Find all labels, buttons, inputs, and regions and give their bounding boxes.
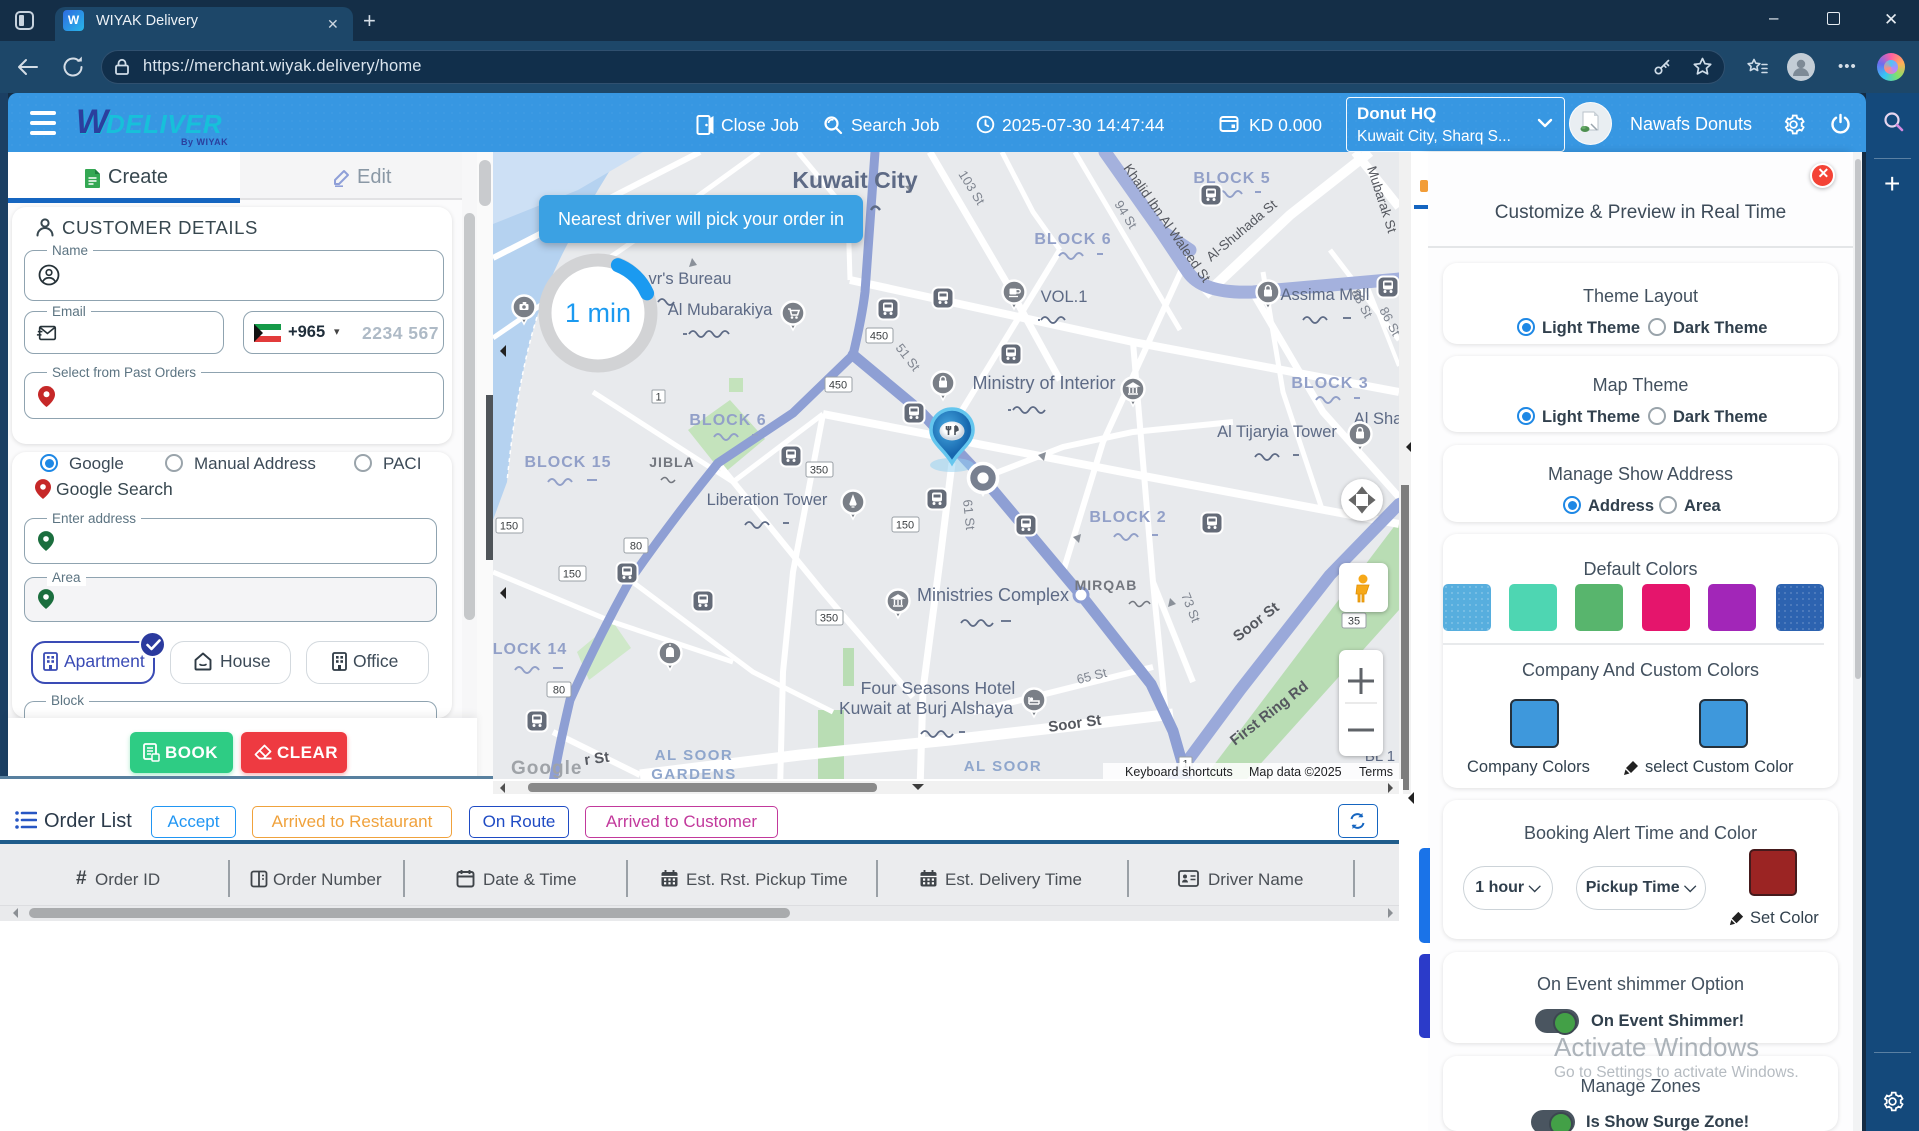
- svg-text:450: 450: [829, 380, 847, 392]
- svg-text:AL SOOR: AL SOOR: [655, 747, 734, 764]
- svg-text:80: 80: [553, 685, 565, 697]
- svg-text:BLOCK 6: BLOCK 6: [689, 412, 766, 429]
- svg-text:150: 150: [563, 569, 581, 581]
- svg-text:BLOCK 6: BLOCK 6: [1034, 231, 1111, 248]
- svg-text:LOCK 14: LOCK 14: [493, 641, 567, 658]
- svg-text:BLOCK 2: BLOCK 2: [1089, 509, 1166, 526]
- svg-text:JIBLA: JIBLA: [649, 454, 694, 470]
- svg-text:Al Tijaryia Tower: Al Tijaryia Tower: [1217, 423, 1337, 441]
- svg-text:150: 150: [500, 521, 518, 533]
- svg-text:BLOCK 3: BLOCK 3: [1291, 375, 1368, 392]
- svg-text:AL SOOR: AL SOOR: [964, 758, 1043, 775]
- svg-text:350: 350: [820, 613, 838, 625]
- svg-text:VOL.1: VOL.1: [1041, 288, 1088, 306]
- svg-text:Keyboard shortcuts: Keyboard shortcuts: [1125, 765, 1233, 779]
- svg-text:Ministry of Interior: Ministry of Interior: [972, 373, 1115, 393]
- svg-text:61 St: 61 St: [960, 499, 978, 531]
- svg-text:Terms: Terms: [1359, 765, 1393, 779]
- svg-text:35: 35: [1348, 616, 1360, 628]
- svg-text:Liberation Tower: Liberation Tower: [707, 491, 828, 509]
- svg-text:BLOCK 15: BLOCK 15: [524, 454, 611, 471]
- svg-text:Map data ©2025: Map data ©2025: [1249, 765, 1342, 779]
- svg-text:Four Seasons Hotel: Four Seasons Hotel: [861, 678, 1016, 698]
- svg-text:150: 150: [896, 520, 914, 532]
- svg-text:r St: r St: [583, 749, 610, 769]
- svg-text:Al Mubarakiya: Al Mubarakiya: [668, 301, 773, 319]
- svg-text:80: 80: [630, 541, 642, 553]
- svg-text:Kuwait at Burj Alshaya: Kuwait at Burj Alshaya: [839, 698, 1013, 718]
- svg-text:vr's Bureau: vr's Bureau: [649, 270, 732, 288]
- svg-text:1: 1: [655, 392, 661, 404]
- svg-text:Google: Google: [511, 758, 582, 779]
- svg-text:Ministries Complex: Ministries Complex: [917, 585, 1069, 605]
- svg-text:1 min: 1 min: [565, 298, 631, 328]
- svg-text:450: 450: [870, 331, 888, 343]
- svg-text:Kuwait City: Kuwait City: [792, 167, 917, 193]
- svg-text:MIRQAB: MIRQAB: [1075, 577, 1138, 593]
- svg-text:350: 350: [810, 465, 828, 477]
